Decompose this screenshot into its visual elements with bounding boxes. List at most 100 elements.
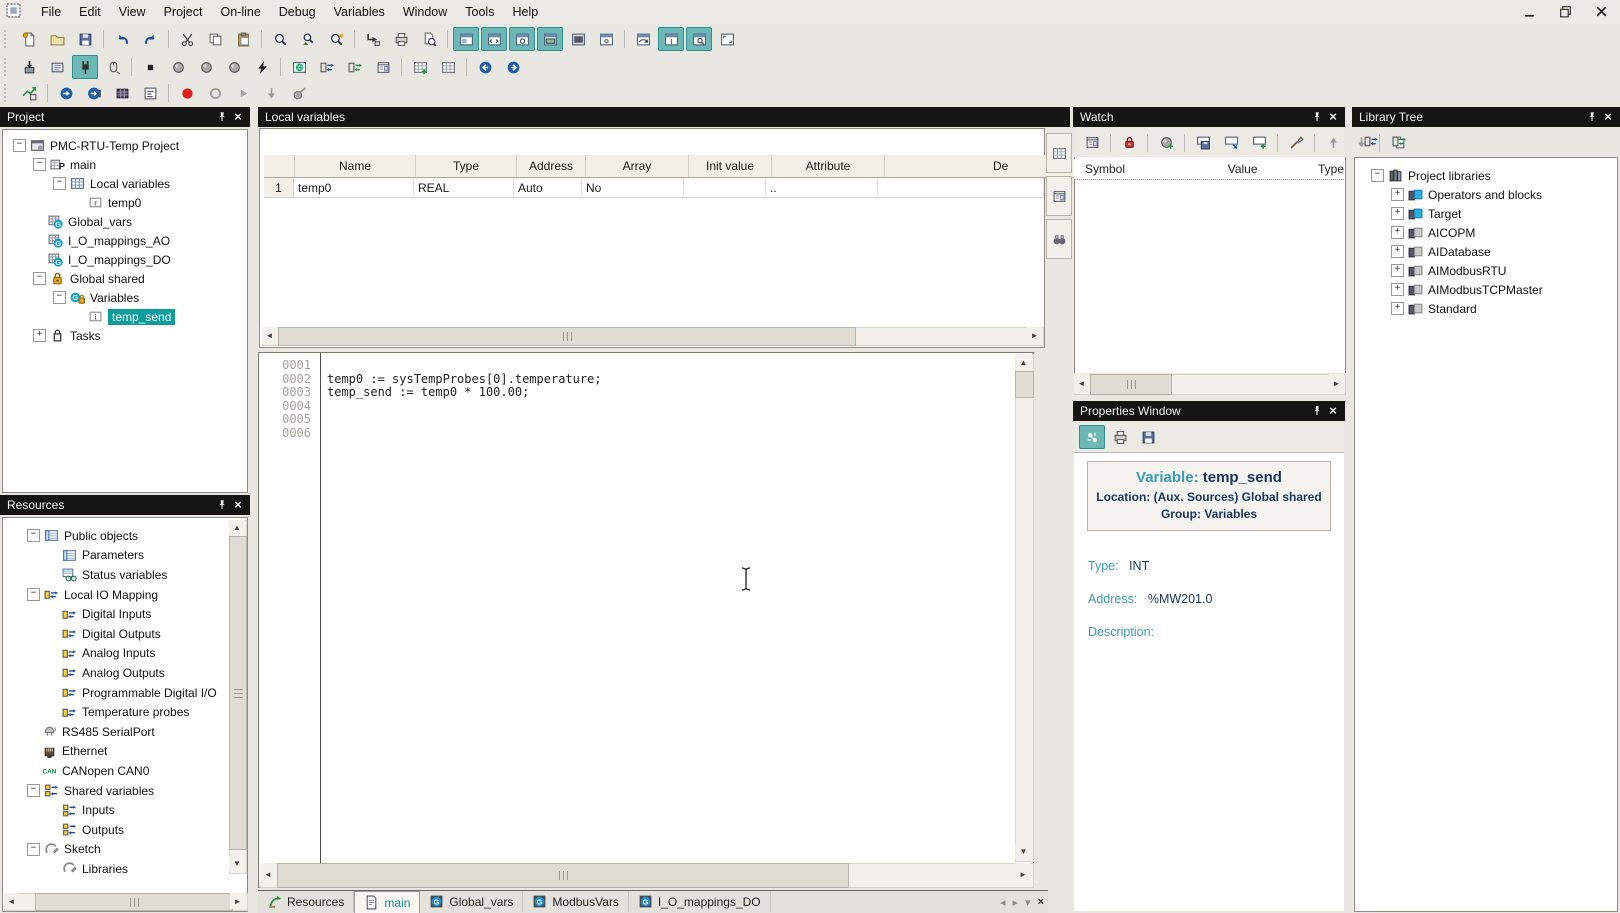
grid-mode-button[interactable] xyxy=(435,55,461,79)
expand-icon[interactable]: + xyxy=(1391,264,1404,277)
table-cell[interactable]: .. xyxy=(766,178,878,198)
close-button[interactable] xyxy=(1590,2,1612,20)
code-line[interactable]: 0005 xyxy=(259,413,1013,427)
table-row[interactable]: 1temp0REALAutoNo.. xyxy=(264,178,1160,198)
watch-column-value[interactable]: Value xyxy=(1228,159,1318,179)
expand-icon[interactable]: + xyxy=(1391,226,1404,239)
tree-item-i-o-mappings-do[interactable]: GI_O_mappings_DO xyxy=(3,250,247,269)
find-button[interactable] xyxy=(267,27,293,51)
menu-view[interactable]: View xyxy=(110,2,155,22)
menu-variables[interactable]: Variables xyxy=(325,2,394,22)
tree-item-analog-outputs[interactable]: Analog Outputs xyxy=(3,663,247,683)
tab-main[interactable]: main xyxy=(354,891,420,913)
expand-icon[interactable]: + xyxy=(1391,188,1404,201)
scroll-left-button[interactable]: ◄ xyxy=(262,327,277,344)
pin-icon[interactable] xyxy=(214,497,230,513)
grid-view-button[interactable] xyxy=(1046,133,1072,173)
navigate-back-button[interactable] xyxy=(472,55,498,79)
scroll-right-button[interactable]: ► xyxy=(1027,327,1042,344)
tree-item-main[interactable]: −Pmain xyxy=(3,155,247,174)
collapse-icon[interactable]: − xyxy=(27,529,40,542)
table-hscroll-thumb[interactable] xyxy=(278,327,856,346)
code-line[interactable]: 0002temp0 := sysTempProbes[0].temperatur… xyxy=(259,373,1013,387)
pin-icon[interactable] xyxy=(214,109,230,125)
import-library-button[interactable] xyxy=(1358,130,1384,154)
scroll-left-button[interactable]: ◄ xyxy=(1074,374,1089,393)
scroll-up-button[interactable]: ▲ xyxy=(229,520,245,535)
tree-item-temp-send[interactable]: itemp_send xyxy=(3,307,247,326)
menu-project[interactable]: Project xyxy=(155,2,212,22)
tree-item-libraries[interactable]: Libraries xyxy=(3,859,247,879)
pin-icon[interactable] xyxy=(1309,403,1325,419)
menu-on-line[interactable]: On-line xyxy=(211,2,269,22)
editor-vscroll-thumb[interactable] xyxy=(1015,371,1034,398)
watch-hscroll-thumb[interactable] xyxy=(1090,374,1172,395)
column-header-Init value[interactable]: Init value xyxy=(689,155,772,178)
compile-button[interactable] xyxy=(165,55,191,79)
refresh-properties-button[interactable] xyxy=(1079,425,1105,449)
tree-item-ethernet[interactable]: Ethernet xyxy=(3,742,247,762)
table-cell[interactable]: REAL xyxy=(414,178,514,198)
close-icon[interactable]: × xyxy=(1325,109,1341,125)
tab-list-button[interactable]: ▾ xyxy=(1025,896,1031,909)
collapse-icon[interactable]: − xyxy=(27,843,40,856)
close-tab-button[interactable]: × xyxy=(1038,896,1044,908)
target-setup-button[interactable] xyxy=(44,55,70,79)
tree-item-digital-outputs[interactable]: Digital Outputs xyxy=(3,624,247,644)
simulation-button[interactable] xyxy=(16,81,42,105)
open-watch-list-button[interactable] xyxy=(1218,131,1244,155)
memory-view-button[interactable] xyxy=(109,81,135,105)
pin-icon[interactable] xyxy=(1584,109,1600,125)
toggle-operator-window-button[interactable] xyxy=(537,27,563,51)
append-watch-list-button[interactable] xyxy=(1246,131,1272,155)
tree-item-parameters[interactable]: Parameters xyxy=(3,546,247,566)
tree-item-tasks[interactable]: +Tasks xyxy=(3,326,247,345)
record-symbol-button[interactable] xyxy=(1116,131,1142,155)
tree-item-aimodbustcpmaster[interactable]: +AIModbusTCPMaster xyxy=(1355,280,1617,299)
new-project-button[interactable] xyxy=(16,27,42,51)
scroll-right-button[interactable]: ► xyxy=(230,893,245,909)
toolbar-drag-handle[interactable] xyxy=(4,30,9,48)
tree-item-aimodbusrtu[interactable]: +AIModbusRTU xyxy=(1355,261,1617,280)
move-up-button[interactable] xyxy=(1320,131,1346,155)
restore-button[interactable] xyxy=(1554,2,1576,20)
scroll-tabs-right-button[interactable]: ▸ xyxy=(1013,896,1019,909)
pin-icon[interactable] xyxy=(1309,109,1325,125)
code-line[interactable]: 0001 xyxy=(259,359,1013,373)
menu-edit[interactable]: Edit xyxy=(70,2,110,22)
tree-item-aicopm[interactable]: +AICOPM xyxy=(1355,223,1617,242)
arrange-windows-button[interactable] xyxy=(630,27,656,51)
collapse-icon[interactable]: − xyxy=(13,139,26,152)
expand-icon[interactable]: + xyxy=(1391,283,1404,296)
insert-record-button[interactable] xyxy=(360,27,386,51)
tree-item-shared-variables[interactable]: −Shared variables xyxy=(3,781,247,801)
tree-item-local-io-mapping[interactable]: −Local IO Mapping xyxy=(3,585,247,605)
download-code-button[interactable] xyxy=(100,55,126,79)
scroll-left-button[interactable]: ◄ xyxy=(260,863,276,886)
column-header-Name[interactable]: Name xyxy=(295,155,416,178)
minimize-button[interactable] xyxy=(1518,2,1540,20)
refresh-libraries-button[interactable] xyxy=(1386,130,1412,154)
breakpoint-button[interactable] xyxy=(286,81,312,105)
toggle-project-window-button[interactable] xyxy=(453,27,479,51)
close-icon[interactable]: × xyxy=(230,497,246,513)
code-line[interactable]: 0004 xyxy=(259,400,1013,414)
table-cell[interactable] xyxy=(684,178,766,198)
scroll-down-button[interactable]: ▼ xyxy=(1015,843,1032,859)
tree-item-canopen-can0[interactable]: CANCANopen CAN0 xyxy=(3,761,247,781)
toggle-options-window-button[interactable] xyxy=(593,27,619,51)
code-line[interactable]: 0006 xyxy=(259,427,1013,441)
tree-item-standard[interactable]: +Standard xyxy=(1355,299,1617,318)
toggle-pou-window-button[interactable]: I xyxy=(658,27,684,51)
print-properties-button[interactable] xyxy=(1107,425,1133,449)
insert-row-button[interactable] xyxy=(407,55,433,79)
tree-item-global-shared[interactable]: −Global shared xyxy=(3,269,247,288)
add-symbol-button[interactable] xyxy=(1153,131,1179,155)
row-number-cell[interactable]: 1 xyxy=(264,178,294,198)
column-header-row-number[interactable] xyxy=(264,155,295,178)
find-in-table-button[interactable] xyxy=(1046,219,1072,259)
open-project-button[interactable] xyxy=(44,27,70,51)
tree-item-temperature-probes[interactable]: Temperature probes xyxy=(3,702,247,722)
print-button[interactable] xyxy=(388,27,414,51)
tree-item-sketch[interactable]: −Sketch xyxy=(3,840,247,860)
